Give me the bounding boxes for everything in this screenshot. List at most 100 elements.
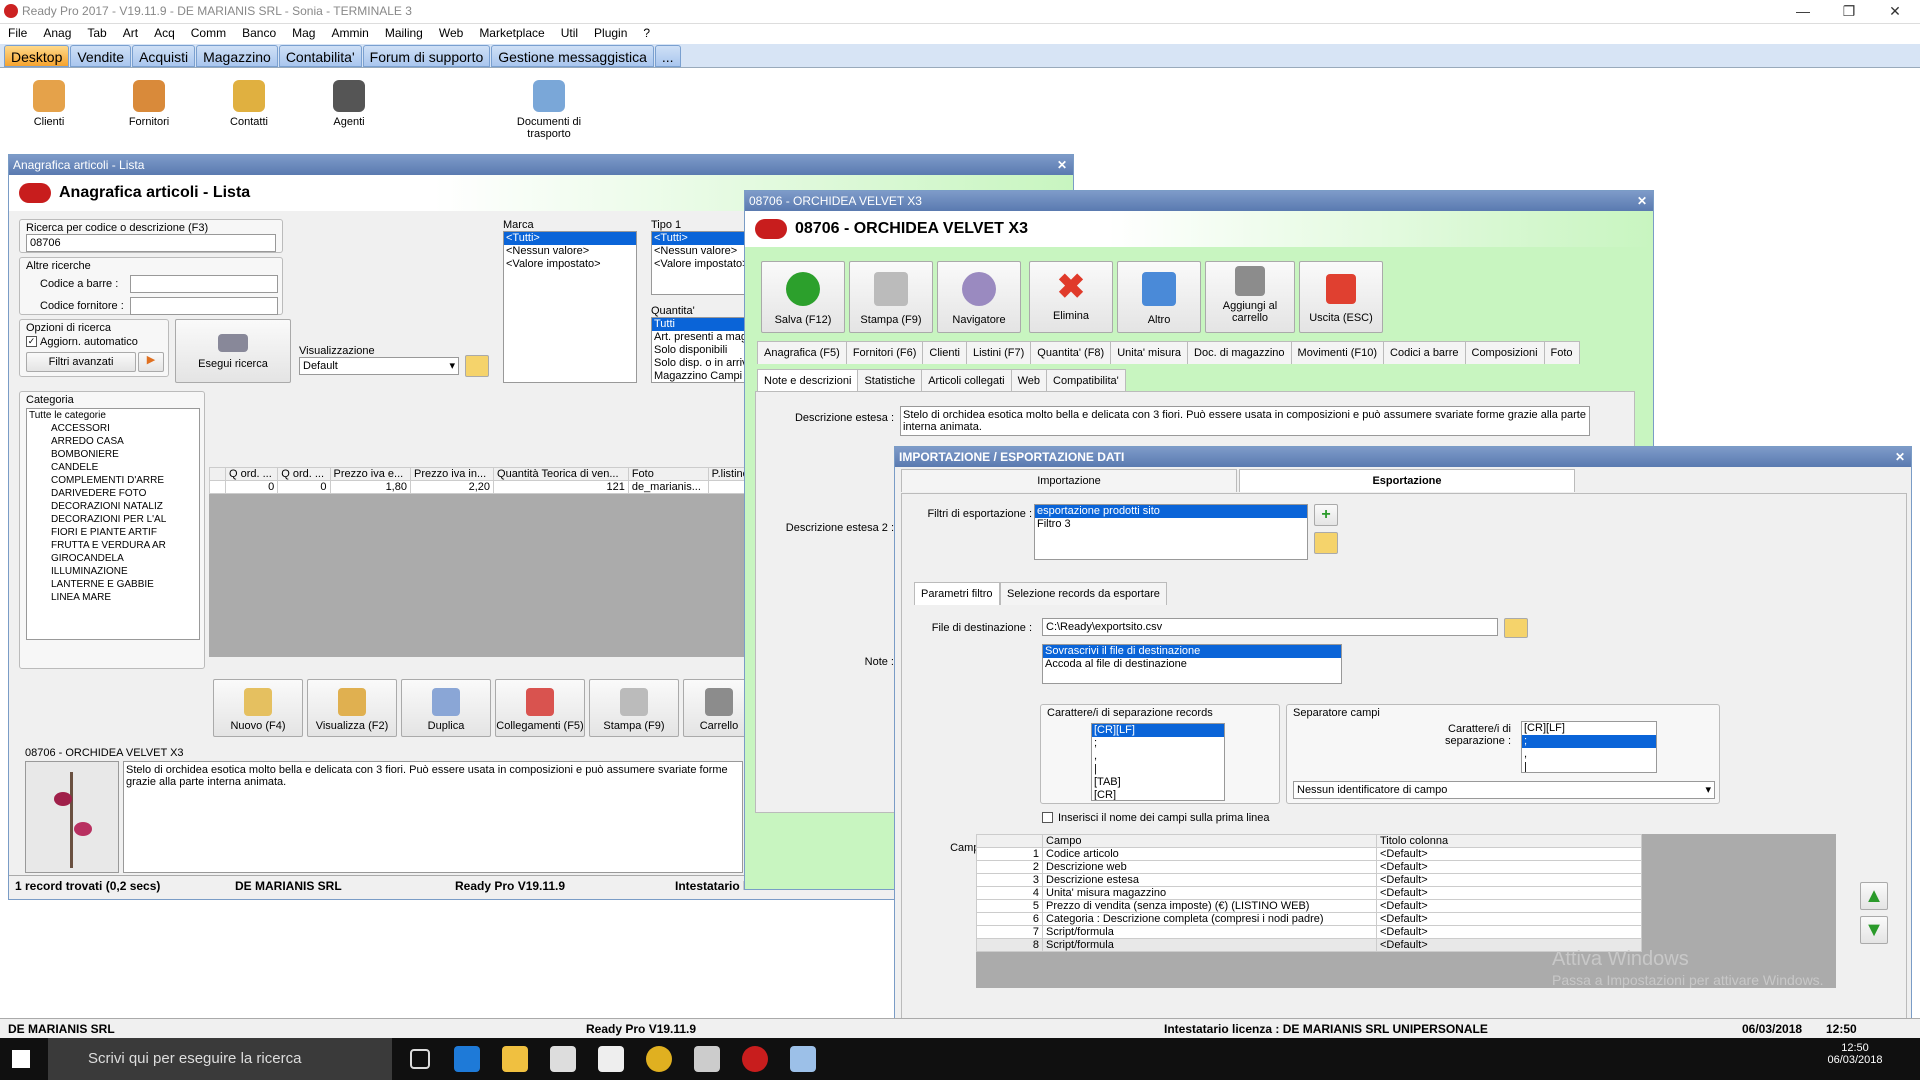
tree-item[interactable]: DARIVEDERE FOTO <box>27 487 199 500</box>
supplier-code-input[interactable] <box>130 297 278 315</box>
table-row[interactable]: 6 Categoria : Descrizione completa (compr… <box>976 912 1642 926</box>
menu-anag[interactable]: Anag <box>35 24 79 42</box>
folder-icon[interactable] <box>465 355 489 377</box>
tree-item[interactable]: BOMBONIERE <box>27 448 199 461</box>
list-item[interactable]: , <box>1092 750 1224 763</box>
list-item[interactable]: <Nessun valore> <box>504 245 636 258</box>
add-to-cart-button[interactable]: Aggiungi al carrello <box>1205 261 1295 333</box>
description-field[interactable]: Stelo di orchidea esotica molto bella e … <box>900 406 1590 436</box>
tree-item[interactable]: FIORI E PIANTE ARTIF <box>27 526 199 539</box>
table-row[interactable]: 1 Codice articolo <Default> <box>976 847 1642 861</box>
filter-icon[interactable]: ▶ <box>138 352 164 372</box>
tab-web[interactable]: Web <box>1010 369 1048 392</box>
minimize-button[interactable]: — <box>1780 0 1826 24</box>
list-item[interactable]: Accoda al file di destinazione <box>1043 658 1341 671</box>
grid-header[interactable]: Prezzo iva e... <box>329 467 411 481</box>
list-item[interactable]: [TAB] <box>1092 776 1224 789</box>
tab-vendite[interactable]: Vendite <box>70 45 132 67</box>
exit-button[interactable]: Uscita (ESC) <box>1299 261 1383 333</box>
close-button[interactable]: ✕ <box>1872 0 1918 24</box>
list-item[interactable]: Magazzino Campi <box>652 370 750 382</box>
menu-mailing[interactable]: Mailing <box>377 24 431 42</box>
insert-field-names-checkbox[interactable] <box>1042 812 1053 823</box>
list-item[interactable]: <Tutti> <box>504 232 636 245</box>
clienti-shortcut[interactable]: Clienti <box>4 72 94 128</box>
tree-item[interactable]: DECORAZIONI NATALIZ <box>27 500 199 513</box>
list-item[interactable]: | <box>1522 761 1656 772</box>
menu-acq[interactable]: Acq <box>146 24 183 42</box>
tab-compatibilita[interactable]: Compatibilita' <box>1046 369 1126 392</box>
list-item[interactable]: Sovrascrivi il file di destinazione <box>1043 645 1341 658</box>
list-item[interactable]: <Valore impostato> <box>652 258 750 271</box>
record-separator-list[interactable]: [CR][LF];, | [TAB] [CR] <box>1091 723 1225 801</box>
tab-fornitori[interactable]: Fornitori (F6) <box>845 341 924 364</box>
tree-item[interactable]: ILLUMINAZIONE <box>27 565 199 578</box>
list-item[interactable]: [CR] <box>1092 789 1224 800</box>
list-item[interactable]: ; <box>1092 737 1224 750</box>
advanced-filters-button[interactable]: Filtri avanzati <box>26 352 136 372</box>
app-taskbar-icon[interactable] <box>790 1046 816 1072</box>
tab-composizioni[interactable]: Composizioni <box>1464 341 1545 364</box>
store-icon[interactable] <box>550 1046 576 1072</box>
destination-input[interactable]: C:\Ready\exportsito.csv <box>1042 618 1498 636</box>
delete-button[interactable]: ✖ Elimina <box>1029 261 1113 333</box>
tree-item[interactable]: ARREDO CASA <box>27 435 199 448</box>
grid-header[interactable]: Quantità Teorica di ven... <box>493 467 629 481</box>
tab-acquisti[interactable]: Acquisti <box>132 45 196 67</box>
import-export-close-button[interactable]: ✕ <box>1895 447 1905 467</box>
tab-anagrafica[interactable]: Anagrafica (F5) <box>757 341 847 364</box>
write-mode-list[interactable]: Sovrascrivi il file di destinazione Accod… <box>1042 644 1342 684</box>
tree-item[interactable]: FRUTTA E VERDURA AR <box>27 539 199 552</box>
table-row[interactable]: 4 Unita' misura magazzino <Default> <box>976 886 1642 900</box>
type-list[interactable]: <Tutti> <Nessun valore> <Valore impostato> <box>651 231 751 295</box>
taskbar-clock[interactable]: 12:50 06/03/2018 <box>1820 1042 1890 1066</box>
grid-header[interactable]: Foto <box>627 467 709 481</box>
menu-banco[interactable]: Banco <box>234 24 284 42</box>
tab-quantita[interactable]: Quantita' (F8) <box>1030 341 1112 364</box>
table-row[interactable]: 0 0 1,80 2,20 121 de_marianis... <box>209 480 756 494</box>
menu-tab[interactable]: Tab <box>79 24 114 42</box>
export-filters-list[interactable]: esportazione prodotti sito Filtro 3 <box>1034 504 1308 560</box>
list-item[interactable]: ; <box>1522 735 1656 748</box>
tab-messaggistica[interactable]: Gestione messaggistica <box>491 45 654 67</box>
new-button[interactable]: Nuovo (F4) <box>213 679 303 737</box>
mail-icon[interactable] <box>598 1046 624 1072</box>
menu-marketplace[interactable]: Marketplace <box>471 24 552 42</box>
menu-comm[interactable]: Comm <box>183 24 234 42</box>
duplicate-button[interactable]: Duplica <box>401 679 491 737</box>
tab-doc-magazzino[interactable]: Doc. di magazzino <box>1187 341 1292 364</box>
folder-icon[interactable] <box>1314 532 1338 554</box>
tab-codici-barre[interactable]: Codici a barre <box>1383 341 1466 364</box>
windows-start-icon[interactable] <box>12 1050 30 1068</box>
fornitori-shortcut[interactable]: Fornitori <box>104 72 194 128</box>
tree-item[interactable]: Tutte le categorie <box>27 409 199 422</box>
list-item[interactable]: , <box>1522 748 1656 761</box>
grid-header[interactable]: Titolo colonna <box>1376 834 1642 848</box>
menu-ammin[interactable]: Ammin <box>323 24 376 42</box>
tree-item[interactable]: DECORAZIONI PER L'AL <box>27 513 199 526</box>
menu-plugin[interactable]: Plugin <box>586 24 635 42</box>
table-row[interactable]: 3 Descrizione estesa <Default> <box>976 873 1642 887</box>
table-row[interactable]: 5 Prezzo di vendita (senza imposte) (€) (… <box>976 899 1642 913</box>
photos-icon[interactable] <box>694 1046 720 1072</box>
grid-header[interactable]: Q ord. ... <box>224 467 279 481</box>
list-item[interactable]: Filtro 3 <box>1035 518 1307 531</box>
links-button[interactable]: Collegamenti (F5) <box>495 679 585 737</box>
grid-header[interactable]: Q ord. ... <box>277 467 331 481</box>
table-row[interactable]: 2 Descrizione web <Default> <box>976 860 1642 874</box>
list-item[interactable]: [CR][LF] <box>1522 722 1656 735</box>
table-row[interactable]: 8 Script/formula <Default> <box>976 938 1642 952</box>
tab-magazzino[interactable]: Magazzino <box>196 45 278 67</box>
save-button[interactable]: Salva (F12) <box>761 261 845 333</box>
list-item[interactable]: <Nessun valore> <box>652 245 750 258</box>
print-button[interactable]: Stampa (F9) <box>589 679 679 737</box>
execute-search-button[interactable]: Esegui ricerca <box>175 319 291 383</box>
add-filter-icon[interactable]: + <box>1314 504 1338 526</box>
view-button[interactable]: Visualizza (F2) <box>307 679 397 737</box>
tree-item[interactable]: GIROCANDELA <box>27 552 199 565</box>
tab-more[interactable]: ... <box>654 45 681 67</box>
article-print-button[interactable]: Stampa (F9) <box>849 261 933 333</box>
menu-util[interactable]: Util <box>553 24 586 42</box>
articles-grid[interactable]: Q ord. ... Q ord. ... Prezzo iva e... Prezz… <box>209 467 756 657</box>
readypro-taskbar-icon[interactable] <box>742 1046 768 1072</box>
